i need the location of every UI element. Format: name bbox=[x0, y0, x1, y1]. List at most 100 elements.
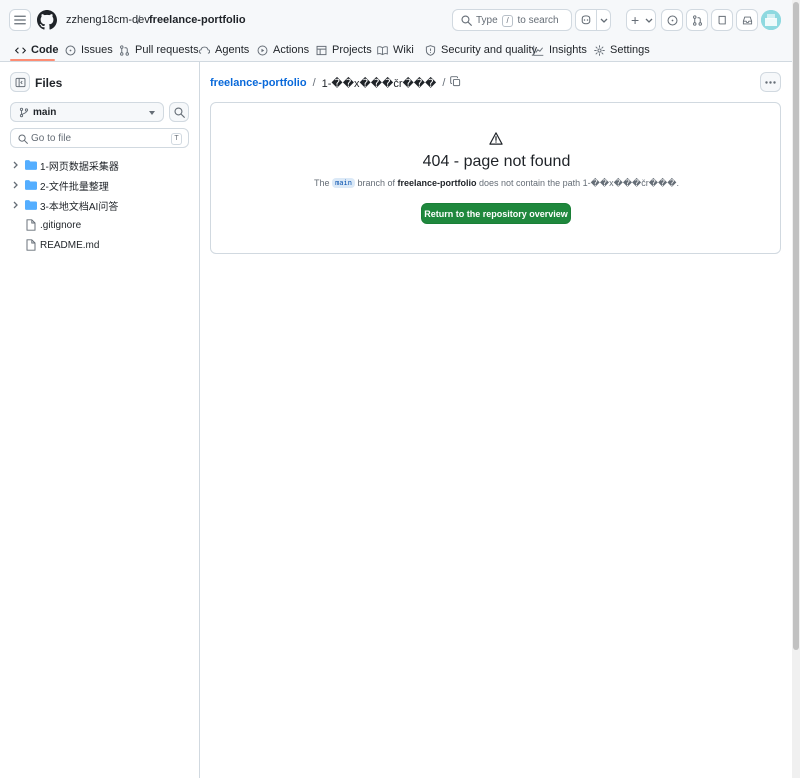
copilot-divider bbox=[596, 10, 597, 30]
github-logo-icon[interactable] bbox=[37, 10, 57, 30]
error-path: 1-��x���čr���. bbox=[582, 178, 679, 188]
tree-item-label: 1-网页数据采集器 bbox=[40, 161, 119, 173]
inbox-button[interactable] bbox=[736, 9, 758, 31]
tab-wiki[interactable]: Wiki bbox=[377, 41, 414, 59]
repositories-button[interactable] bbox=[711, 9, 733, 31]
tab-projects-label: Projects bbox=[332, 44, 372, 56]
tab-issues[interactable]: Issues bbox=[65, 41, 113, 59]
breadcrumb-path: 1-��x���čr��� bbox=[321, 77, 437, 90]
search-icon bbox=[173, 106, 185, 118]
tab-issues-label: Issues bbox=[81, 44, 113, 56]
repo-nav-tabs: Code Issues Pull requests Agents Actions… bbox=[0, 38, 800, 62]
tab-actions[interactable]: Actions bbox=[257, 41, 309, 59]
play-icon bbox=[257, 45, 268, 55]
go-to-file-placeholder: Go to file bbox=[31, 133, 72, 144]
not-found-card: 404 - page not found The main branch of … bbox=[210, 102, 781, 254]
issues-button[interactable] bbox=[661, 9, 683, 31]
tab-security-label: Security and quality bbox=[441, 44, 537, 56]
tab-code[interactable]: Code bbox=[15, 41, 59, 59]
copilot-button-group bbox=[575, 9, 611, 31]
search-shortcut-key: / bbox=[502, 15, 513, 27]
gear-icon bbox=[594, 44, 605, 56]
tree-item-label: README.md bbox=[40, 239, 100, 251]
error-msg-contain: does not contain the path bbox=[479, 178, 581, 188]
create-new-button[interactable]: + bbox=[626, 9, 656, 31]
scrollbar-thumb[interactable] bbox=[793, 2, 799, 650]
copy-path-button[interactable] bbox=[450, 76, 461, 87]
search-icon bbox=[18, 134, 28, 144]
tab-projects[interactable]: Projects bbox=[316, 41, 372, 59]
tree-item-label: 3-本地文档AI问答 bbox=[40, 201, 119, 213]
chevron-right-icon[interactable] bbox=[10, 179, 22, 191]
caret-down-icon bbox=[149, 111, 155, 115]
folder-icon bbox=[24, 198, 38, 212]
git-pull-request-icon bbox=[692, 14, 702, 26]
tab-insights-label: Insights bbox=[549, 44, 587, 56]
tree-item-file[interactable]: .gitignore bbox=[10, 216, 190, 234]
git-branch-icon bbox=[19, 107, 29, 118]
breadcrumb: freelance-portfolio / 1-��x���čr��� / bbox=[210, 76, 461, 90]
search-files-button[interactable] bbox=[169, 102, 189, 122]
search-placeholder-prefix: Type bbox=[476, 15, 498, 26]
tab-security[interactable]: Security and quality bbox=[425, 41, 537, 59]
return-to-repo-button[interactable]: Return to the repository overview bbox=[421, 203, 571, 224]
collapse-sidebar-button[interactable] bbox=[10, 72, 30, 92]
chevron-right-icon[interactable] bbox=[10, 159, 22, 171]
branch-code-tag: main bbox=[332, 178, 355, 188]
pull-request-icon bbox=[120, 44, 129, 56]
more-options-button[interactable] bbox=[760, 72, 781, 92]
tree-item-file[interactable]: README.md bbox=[10, 236, 190, 254]
plus-icon: + bbox=[631, 12, 640, 28]
search-input[interactable]: Type / to search bbox=[452, 9, 572, 31]
tree-item-folder[interactable]: 2-文件批量整理 bbox=[10, 176, 190, 194]
tab-code-label: Code bbox=[31, 44, 59, 56]
chevron-down-icon[interactable] bbox=[600, 18, 608, 24]
active-tab-indicator bbox=[10, 59, 55, 61]
copilot-icon[interactable] bbox=[580, 14, 592, 26]
tab-agents[interactable]: Agents bbox=[199, 41, 249, 59]
error-repo-name: freelance-portfolio bbox=[397, 178, 477, 188]
breadcrumb-repo-link[interactable]: freelance-portfolio bbox=[210, 77, 307, 89]
code-icon bbox=[15, 46, 26, 54]
pull-requests-button[interactable] bbox=[686, 9, 708, 31]
user-avatar[interactable] bbox=[761, 10, 781, 30]
issue-icon bbox=[65, 45, 76, 55]
sidebar-collapse-icon bbox=[15, 77, 25, 87]
go-to-file-input[interactable]: Go to file T bbox=[10, 128, 189, 148]
alert-icon bbox=[489, 132, 503, 145]
graph-icon bbox=[533, 45, 544, 56]
agents-icon bbox=[199, 46, 210, 54]
tab-pull-requests-label: Pull requests bbox=[135, 44, 199, 56]
file-icon bbox=[24, 238, 38, 252]
tab-insights[interactable]: Insights bbox=[533, 41, 587, 59]
error-msg-branch-of: branch of bbox=[357, 178, 395, 188]
repo-link[interactable]: freelance-portfolio bbox=[149, 14, 246, 26]
chevron-right-icon[interactable] bbox=[10, 199, 22, 211]
page-scrollbar[interactable] bbox=[792, 0, 800, 778]
tab-pull-requests[interactable]: Pull requests bbox=[119, 41, 199, 59]
error-msg-the: The bbox=[314, 178, 330, 188]
breadcrumb-separator: / bbox=[312, 77, 316, 89]
tab-settings[interactable]: Settings bbox=[594, 41, 650, 59]
search-icon bbox=[461, 15, 472, 26]
copy-icon bbox=[450, 76, 461, 87]
go-to-file-shortcut: T bbox=[171, 133, 182, 145]
top-bar: zzheng18cm-dev / freelance-portfolio Typ… bbox=[0, 0, 800, 38]
shield-icon bbox=[425, 44, 436, 56]
issue-opened-icon bbox=[667, 15, 677, 25]
tab-agents-label: Agents bbox=[215, 44, 250, 56]
error-title: 404 - page not found bbox=[422, 153, 571, 170]
branch-selector[interactable]: main bbox=[10, 102, 164, 122]
hamburger-menu-button[interactable] bbox=[9, 9, 31, 31]
tree-item-label: 2-文件批量整理 bbox=[40, 181, 109, 193]
tab-actions-label: Actions bbox=[273, 44, 310, 56]
tree-item-folder[interactable]: 3-本地文档AI问答 bbox=[10, 196, 190, 214]
tab-wiki-label: Wiki bbox=[393, 44, 414, 56]
hamburger-icon bbox=[14, 15, 26, 25]
owner-repo-separator: / bbox=[137, 13, 141, 27]
tab-settings-label: Settings bbox=[610, 44, 650, 56]
search-placeholder: Type / to search bbox=[476, 15, 559, 27]
folder-icon bbox=[24, 158, 38, 172]
tree-item-folder[interactable]: 1-网页数据采集器 bbox=[10, 156, 190, 174]
chevron-down-icon bbox=[645, 18, 653, 23]
